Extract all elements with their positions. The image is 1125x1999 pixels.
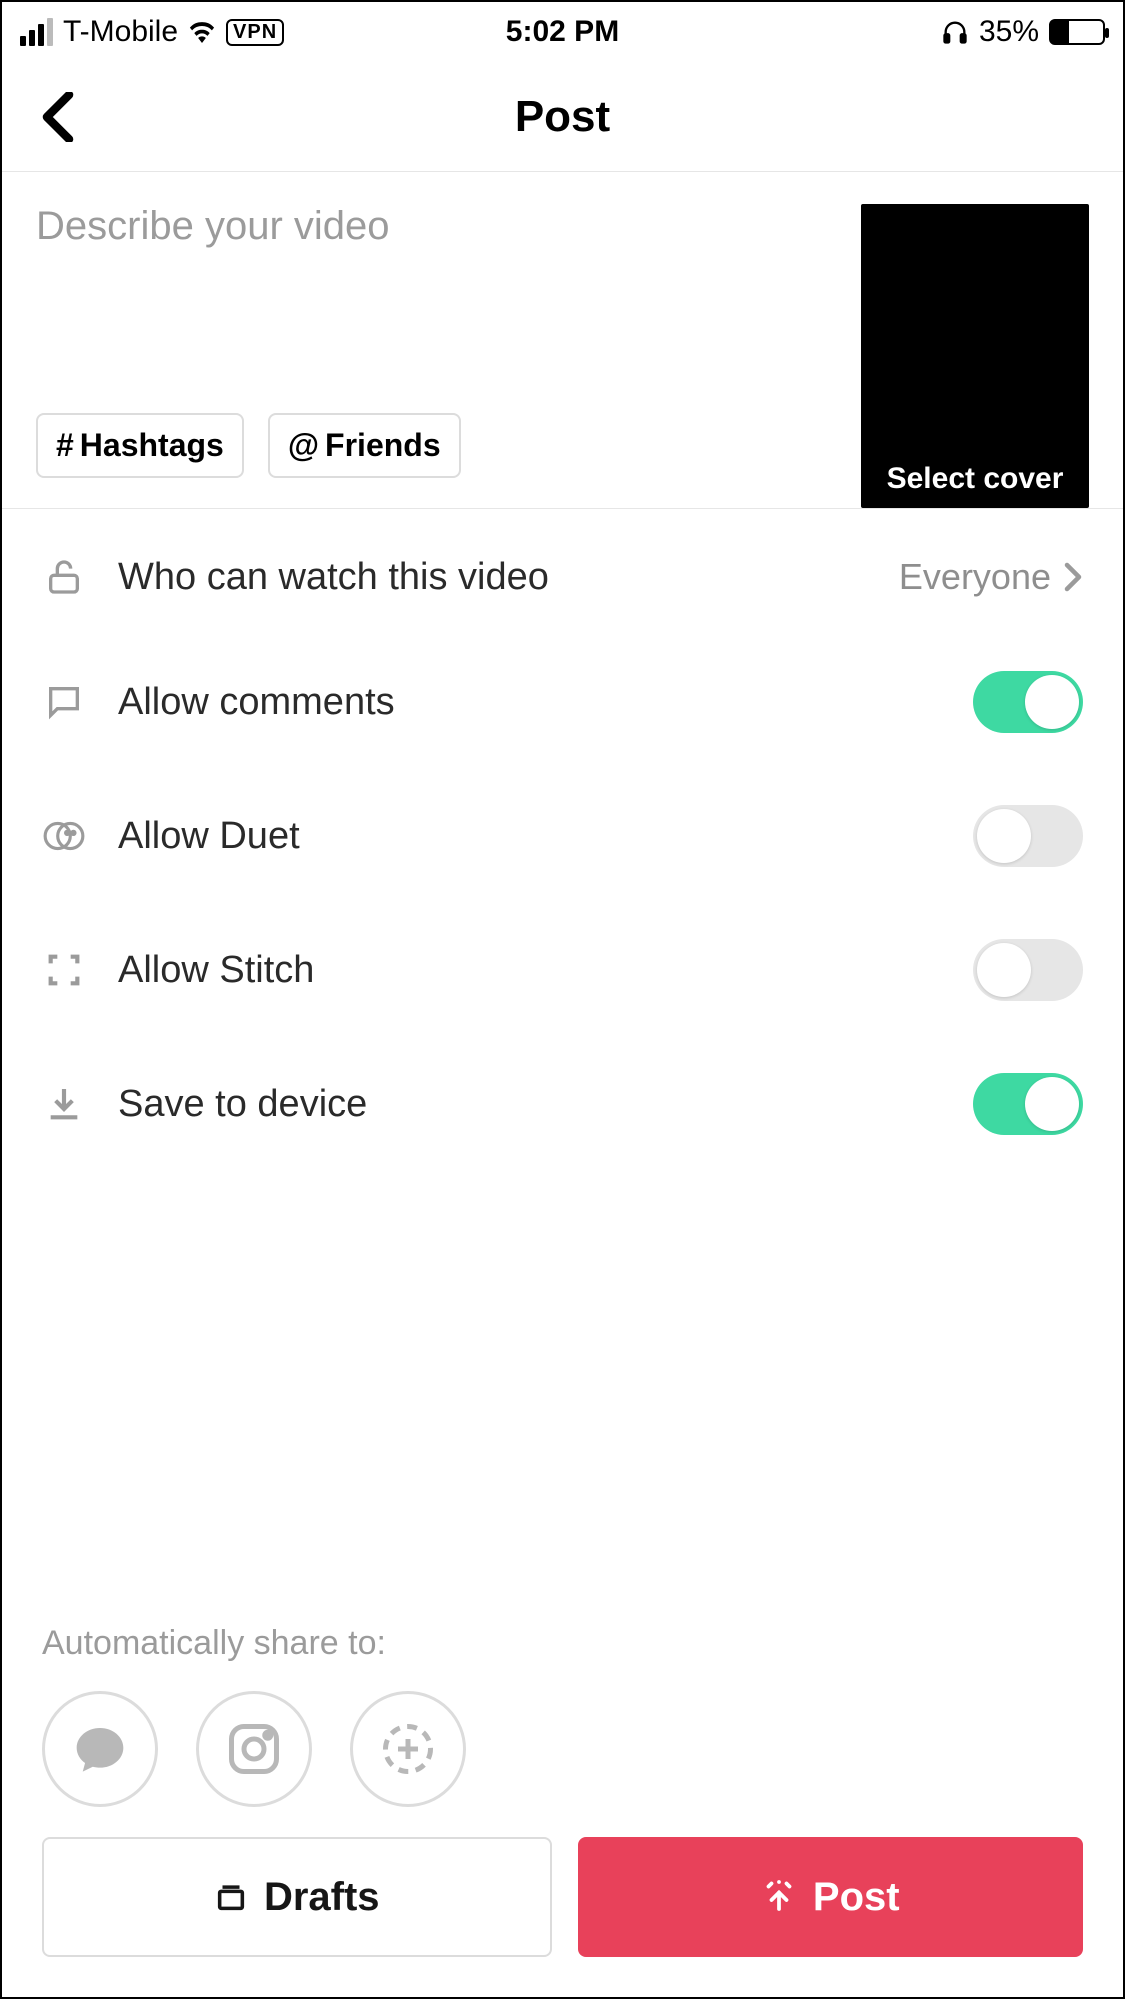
post-icon [761,1879,797,1915]
share-section: Automatically share to: [2,1624,1123,1837]
carrier-label: T-Mobile [63,15,178,49]
instagram-icon [224,1719,284,1779]
wifi-icon [188,21,216,43]
stitch-row: Allow Stitch [2,903,1123,1037]
status-right: 35% [941,15,1105,49]
battery-pct: 35% [979,15,1039,49]
drafts-label: Drafts [264,1875,380,1920]
friends-label: Friends [325,427,441,464]
hash-icon: # [56,427,74,464]
describe-section: Describe your video # Hashtags @ Friends… [2,172,1123,509]
comment-icon [42,680,86,724]
clock: 5:02 PM [506,15,619,49]
comments-toggle[interactable] [973,671,1083,733]
description-input[interactable]: Describe your video [36,204,833,249]
duet-label: Allow Duet [118,815,941,858]
privacy-value: Everyone [899,556,1051,598]
cover-thumbnail[interactable]: Select cover [861,204,1089,508]
share-label: Automatically share to: [42,1624,1083,1663]
friends-button[interactable]: @ Friends [268,413,461,478]
nav-bar: Post [2,62,1123,172]
signal-icon [20,18,53,46]
comments-label: Allow comments [118,681,941,724]
stitch-toggle[interactable] [973,939,1083,1001]
headphones-icon [941,18,969,46]
chevron-left-icon [41,92,75,142]
duet-toggle[interactable] [973,805,1083,867]
chat-bubble-icon [72,1721,128,1777]
stitch-label: Allow Stitch [118,949,941,992]
share-instagram-button[interactable] [196,1691,312,1807]
page-title: Post [515,92,610,142]
post-button[interactable]: Post [578,1837,1084,1957]
back-button[interactable] [30,89,86,145]
status-bar: T-Mobile VPN 5:02 PM 35% [2,2,1123,62]
drafts-button[interactable]: Drafts [42,1837,552,1957]
at-icon: @ [288,427,319,464]
battery-icon [1049,19,1105,45]
select-cover-label: Select cover [861,462,1089,496]
save-row: Save to device [2,1037,1123,1171]
duet-row: Allow Duet [2,769,1123,903]
chevron-right-icon [1063,562,1083,592]
post-label: Post [813,1875,900,1920]
save-label: Save to device [118,1083,941,1126]
hashtags-label: Hashtags [80,427,224,464]
drafts-icon [214,1880,248,1914]
comments-row: Allow comments [2,635,1123,769]
hashtags-button[interactable]: # Hashtags [36,413,244,478]
share-messages-button[interactable] [42,1691,158,1807]
save-toggle[interactable] [973,1073,1083,1135]
vpn-badge: VPN [226,19,284,46]
download-icon [42,1082,86,1126]
bottom-bar: Drafts Post [2,1837,1123,1997]
share-more-button[interactable] [350,1691,466,1807]
duet-icon [42,814,86,858]
settings-list: Who can watch this video Everyone Allow … [2,509,1123,1181]
privacy-row[interactable]: Who can watch this video Everyone [2,519,1123,635]
status-left: T-Mobile VPN [20,15,284,49]
privacy-label: Who can watch this video [118,556,867,599]
plus-dashed-icon [378,1719,438,1779]
lock-open-icon [42,555,86,599]
stitch-icon [42,948,86,992]
